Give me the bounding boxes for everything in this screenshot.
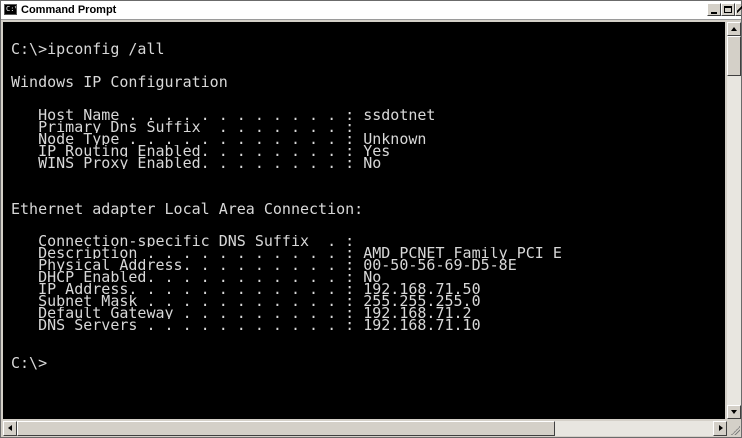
console-output[interactable]: C:\>ipconfig /all Windows IP Configurati… (3, 22, 725, 419)
arrow-right-icon[interactable] (713, 421, 727, 436)
arrow-left-icon[interactable] (3, 421, 17, 436)
console-line-conn-dns-suffix: Connection-specific DNS Suffix . : (11, 235, 355, 247)
console-line-gateway: Default Gateway . . . . . . . . . : 192.… (11, 307, 472, 319)
command-prompt-window: C:\ Command Prompt C:\>ipconfig /all Win… (0, 0, 742, 438)
vertical-scroll-thumb[interactable] (727, 36, 741, 76)
window-title: Command Prompt (21, 4, 117, 16)
console-line-command: C:\>ipconfig /all (11, 40, 165, 58)
console-line-physical-address: Physical Address. . . . . . . . . : 00-5… (11, 259, 517, 271)
title-bar[interactable]: C:\ Command Prompt (1, 1, 742, 20)
vertical-scrollbar[interactable] (727, 22, 741, 419)
arrow-up-icon[interactable] (727, 22, 741, 36)
console-line-dns-suffix: Primary Dns Suffix . . . . . . . : (11, 121, 355, 133)
console-line-wins-proxy: WINS Proxy Enabled. . . . . . . . : No (11, 157, 382, 169)
arrow-down-icon[interactable] (727, 405, 741, 419)
maximize-button[interactable] (721, 3, 735, 16)
console-line-subnet-mask: Subnet Mask . . . . . . . . . . . : 255.… (11, 295, 481, 307)
console-line-dns-servers: DNS Servers . . . . . . . . . . . : 192.… (11, 319, 481, 331)
console-line-description: Description . . . . . . . . . . . : AMD … (11, 247, 562, 259)
console-line-dhcp: DHCP Enabled. . . . . . . . . . . : No (11, 271, 382, 283)
console-line-node-type: Node Type . . . . . . . . . . . . : Unkn… (11, 133, 427, 145)
console-line-adapter-heading: Ethernet adapter Local Area Connection: (11, 200, 364, 218)
minimize-button[interactable] (707, 3, 721, 16)
horizontal-scrollbar[interactable] (3, 421, 727, 436)
resize-grip-icon[interactable] (727, 421, 741, 436)
console-icon[interactable]: C:\ (4, 4, 17, 15)
console-line-prompt: C:\> (11, 354, 48, 372)
console-line-heading: Windows IP Configuration (11, 73, 228, 91)
console-line-host-name: Host Name . . . . . . . . . . . . : ssdo… (11, 109, 436, 121)
close-button[interactable] (735, 3, 742, 16)
console-line-ip-address: IP Address. . . . . . . . . . . . : 192.… (11, 283, 481, 295)
console-line-ip-routing: IP Routing Enabled. . . . . . . . : Yes (11, 145, 391, 157)
horizontal-scroll-thumb[interactable] (17, 421, 555, 436)
